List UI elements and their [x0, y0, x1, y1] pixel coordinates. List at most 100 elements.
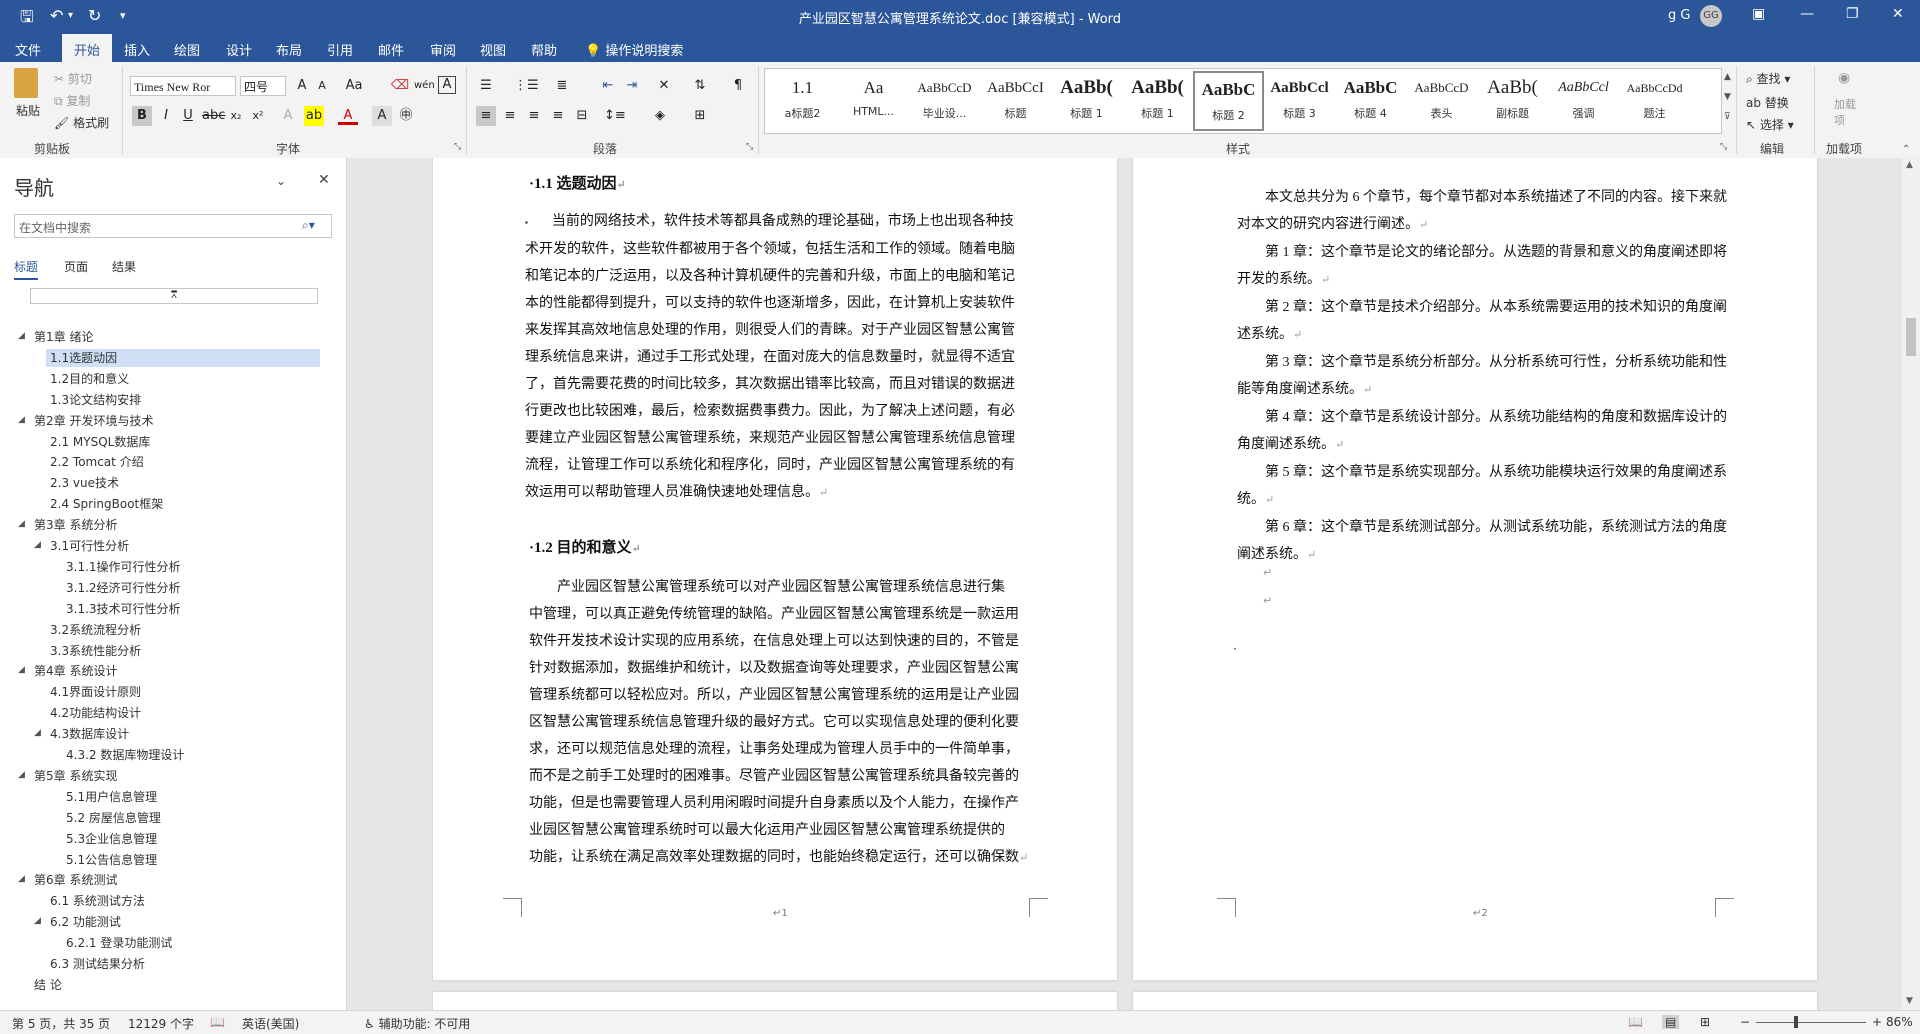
paragraph-dialog-launcher-icon[interactable]: ⤡: [746, 142, 753, 152]
document-page[interactable]: [433, 992, 1117, 1010]
expand-collapse-icon[interactable]: ◢: [34, 728, 41, 738]
tab-help[interactable]: 帮助: [531, 40, 557, 59]
nav-close-icon[interactable]: ✕: [318, 172, 330, 188]
font-dialog-launcher-icon[interactable]: ⤡: [454, 142, 461, 152]
phonetic-guide-icon[interactable]: wén: [414, 76, 435, 96]
proofing-icon[interactable]: 📖: [210, 1015, 225, 1029]
zoom-slider-thumb[interactable]: [1794, 1016, 1798, 1028]
nav-heading-item[interactable]: 第2章 开发环境与技术: [34, 412, 153, 430]
language-status[interactable]: 英语(美国): [242, 1015, 299, 1032]
increase-indent-icon[interactable]: ⇥: [622, 76, 642, 96]
style-item[interactable]: AaBb(标题 1: [1122, 71, 1193, 131]
shrink-font-icon[interactable]: A: [312, 76, 332, 96]
restore-icon[interactable]: ❐: [1846, 6, 1859, 22]
addins-icon[interactable]: ◉: [1838, 70, 1850, 86]
nav-heading-item[interactable]: 6.3 测试结果分析: [50, 955, 145, 973]
strikethrough-icon[interactable]: abc: [202, 106, 225, 126]
tab-mailings[interactable]: 邮件: [378, 40, 404, 59]
nav-heading-item[interactable]: 1.3论文结构安排: [50, 391, 141, 409]
superscript-icon[interactable]: x²: [248, 106, 268, 126]
nav-heading-item[interactable]: 5.1用户信息管理: [66, 788, 157, 806]
borders-icon[interactable]: ⊞: [690, 106, 710, 126]
document-page[interactable]: [1133, 992, 1817, 1010]
page-count-status[interactable]: 第 5 页，共 35 页: [12, 1015, 110, 1032]
nav-heading-item[interactable]: 4.1界面设计原则: [50, 683, 141, 701]
expand-collapse-icon[interactable]: ◢: [18, 874, 25, 884]
cut-button[interactable]: ✂ 剪切: [54, 70, 92, 87]
bold-icon[interactable]: B: [132, 106, 152, 126]
decrease-indent-icon[interactable]: ⇤: [598, 76, 618, 96]
nav-tab-pages[interactable]: 页面: [64, 258, 88, 275]
nav-heading-item[interactable]: 5.3企业信息管理: [66, 830, 157, 848]
nav-heading-item[interactable]: 6.2.1 登录功能测试: [66, 934, 172, 952]
scrollbar-thumb[interactable]: [1906, 318, 1916, 356]
zoom-out-icon[interactable]: −: [1740, 1015, 1750, 1029]
document-page[interactable]: ·1.1 选题动因↵ ▪ 当前的网络技术，软件技术等都具备成熟的理论基础，市场上…: [433, 158, 1117, 980]
style-item[interactable]: AaBbCcl 标题 3: [1264, 71, 1335, 131]
nav-options-icon[interactable]: ⌄: [276, 174, 286, 188]
scroll-down-icon[interactable]: ▼: [1906, 996, 1913, 1006]
enclose-characters-icon[interactable]: ㊥: [396, 106, 416, 126]
style-item-selected[interactable]: AaBbC 标题 2: [1193, 71, 1264, 131]
nav-heading-item[interactable]: 第4章 系统设计: [34, 662, 117, 680]
nav-heading-item[interactable]: 3.1.1操作可行性分析: [66, 558, 181, 576]
font-name-combo[interactable]: Times New Ror: [130, 76, 236, 96]
nav-heading-item[interactable]: 3.1可行性分析: [50, 537, 129, 555]
align-center-icon[interactable]: ≡: [500, 106, 520, 126]
scroll-up-icon[interactable]: ▲: [1906, 160, 1913, 170]
nav-heading-item[interactable]: 4.3.2 数据库物理设计: [66, 746, 184, 764]
addins-button[interactable]: 加载项: [1834, 96, 1862, 128]
nav-heading-item[interactable]: 2.4 SpringBoot框架: [50, 495, 163, 513]
nav-heading-item[interactable]: 第1章 绪论: [34, 328, 93, 346]
zoom-in-icon[interactable]: +: [1872, 1015, 1882, 1029]
tab-design[interactable]: 设计: [226, 40, 252, 59]
document-page[interactable]: 本文总共分为 6 个章节，每个章节都对本系统描述了不同的内容。接下来就 对本文的研…: [1133, 158, 1817, 980]
format-painter-button[interactable]: 🖌 格式刷: [54, 114, 109, 131]
nav-heading-item[interactable]: 第3章 系统分析: [34, 516, 117, 534]
collapse-ribbon-icon[interactable]: ⌃: [1902, 144, 1910, 155]
accessibility-status[interactable]: ♿ 辅助功能: 不可用: [364, 1015, 470, 1032]
nav-heading-item[interactable]: 结 论: [34, 976, 62, 994]
expand-collapse-icon[interactable]: ◢: [18, 665, 25, 675]
style-item[interactable]: AaBbC 标题 4: [1335, 71, 1406, 131]
align-left-icon[interactable]: ≡: [476, 106, 496, 126]
search-icon[interactable]: ⌕▾: [302, 218, 315, 233]
web-layout-icon[interactable]: ⊞: [1700, 1015, 1710, 1029]
zoom-slider[interactable]: [1756, 1022, 1866, 1023]
nav-heading-item[interactable]: 3.3系统性能分析: [50, 642, 141, 660]
styles-dialog-launcher-icon[interactable]: ⤡: [1720, 142, 1727, 152]
paragraph-1-2[interactable]: 产业园区智慧公寓管理系统可以对产业园区智慧公寓管理系统信息进行集 中管理，可以真正…: [529, 574, 1049, 872]
find-button[interactable]: ⌕ 查找 ▾: [1746, 70, 1790, 87]
expand-collapse-icon[interactable]: ◢: [18, 770, 25, 780]
expand-collapse-icon[interactable]: ◢: [34, 916, 41, 926]
tell-me-search[interactable]: 💡 操作说明搜索: [585, 40, 683, 59]
style-item[interactable]: AaBbCcl 强调: [1548, 71, 1619, 131]
paragraph-1-1[interactable]: ▪ 当前的网络技术，软件技术等都具备成熟的理论基础，市场上也出现各种技 术开发的软…: [525, 208, 1045, 507]
nav-search-input[interactable]: 在文档中搜索: [14, 214, 332, 238]
tab-draw[interactable]: 绘图: [174, 40, 200, 59]
tab-home[interactable]: 开始: [62, 34, 113, 62]
shading-icon[interactable]: ◈: [650, 106, 670, 126]
nav-heading-item[interactable]: 3.1.3技术可行性分析: [66, 600, 181, 618]
avatar[interactable]: GG: [1700, 5, 1722, 27]
style-item[interactable]: AaBbCcI 标题: [980, 71, 1051, 131]
expand-collapse-icon[interactable]: ◢: [18, 415, 25, 425]
character-border-icon[interactable]: A: [438, 76, 456, 94]
copy-button[interactable]: ⧉ 复制: [54, 92, 90, 109]
distributed-icon[interactable]: ⊟: [572, 106, 592, 126]
font-color-icon[interactable]: A: [338, 106, 358, 125]
font-size-combo[interactable]: 四号: [240, 76, 286, 96]
nav-heading-item[interactable]: 5.2 房屋信息管理: [66, 809, 161, 827]
paragraph-structure[interactable]: 本文总共分为 6 个章节，每个章节都对本系统描述了不同的内容。接下来就 对本文的研…: [1237, 184, 1757, 569]
tab-review[interactable]: 审阅: [430, 40, 456, 59]
nav-heading-item[interactable]: 3.2系统流程分析: [50, 621, 141, 639]
line-spacing-icon[interactable]: ↕≡: [604, 106, 626, 126]
styles-more-icon[interactable]: ⊽: [1724, 112, 1731, 122]
justify-icon[interactable]: ≡: [548, 106, 568, 126]
italic-icon[interactable]: I: [156, 106, 176, 126]
vertical-scrollbar[interactable]: ▲ ▼: [1902, 158, 1920, 1010]
nav-heading-item[interactable]: 6.1 系统测试方法: [50, 892, 145, 910]
subscript-icon[interactable]: x₂: [226, 106, 246, 126]
character-shading-icon[interactable]: A: [372, 106, 392, 126]
style-item[interactable]: AaBbCcD 表头: [1406, 71, 1477, 131]
